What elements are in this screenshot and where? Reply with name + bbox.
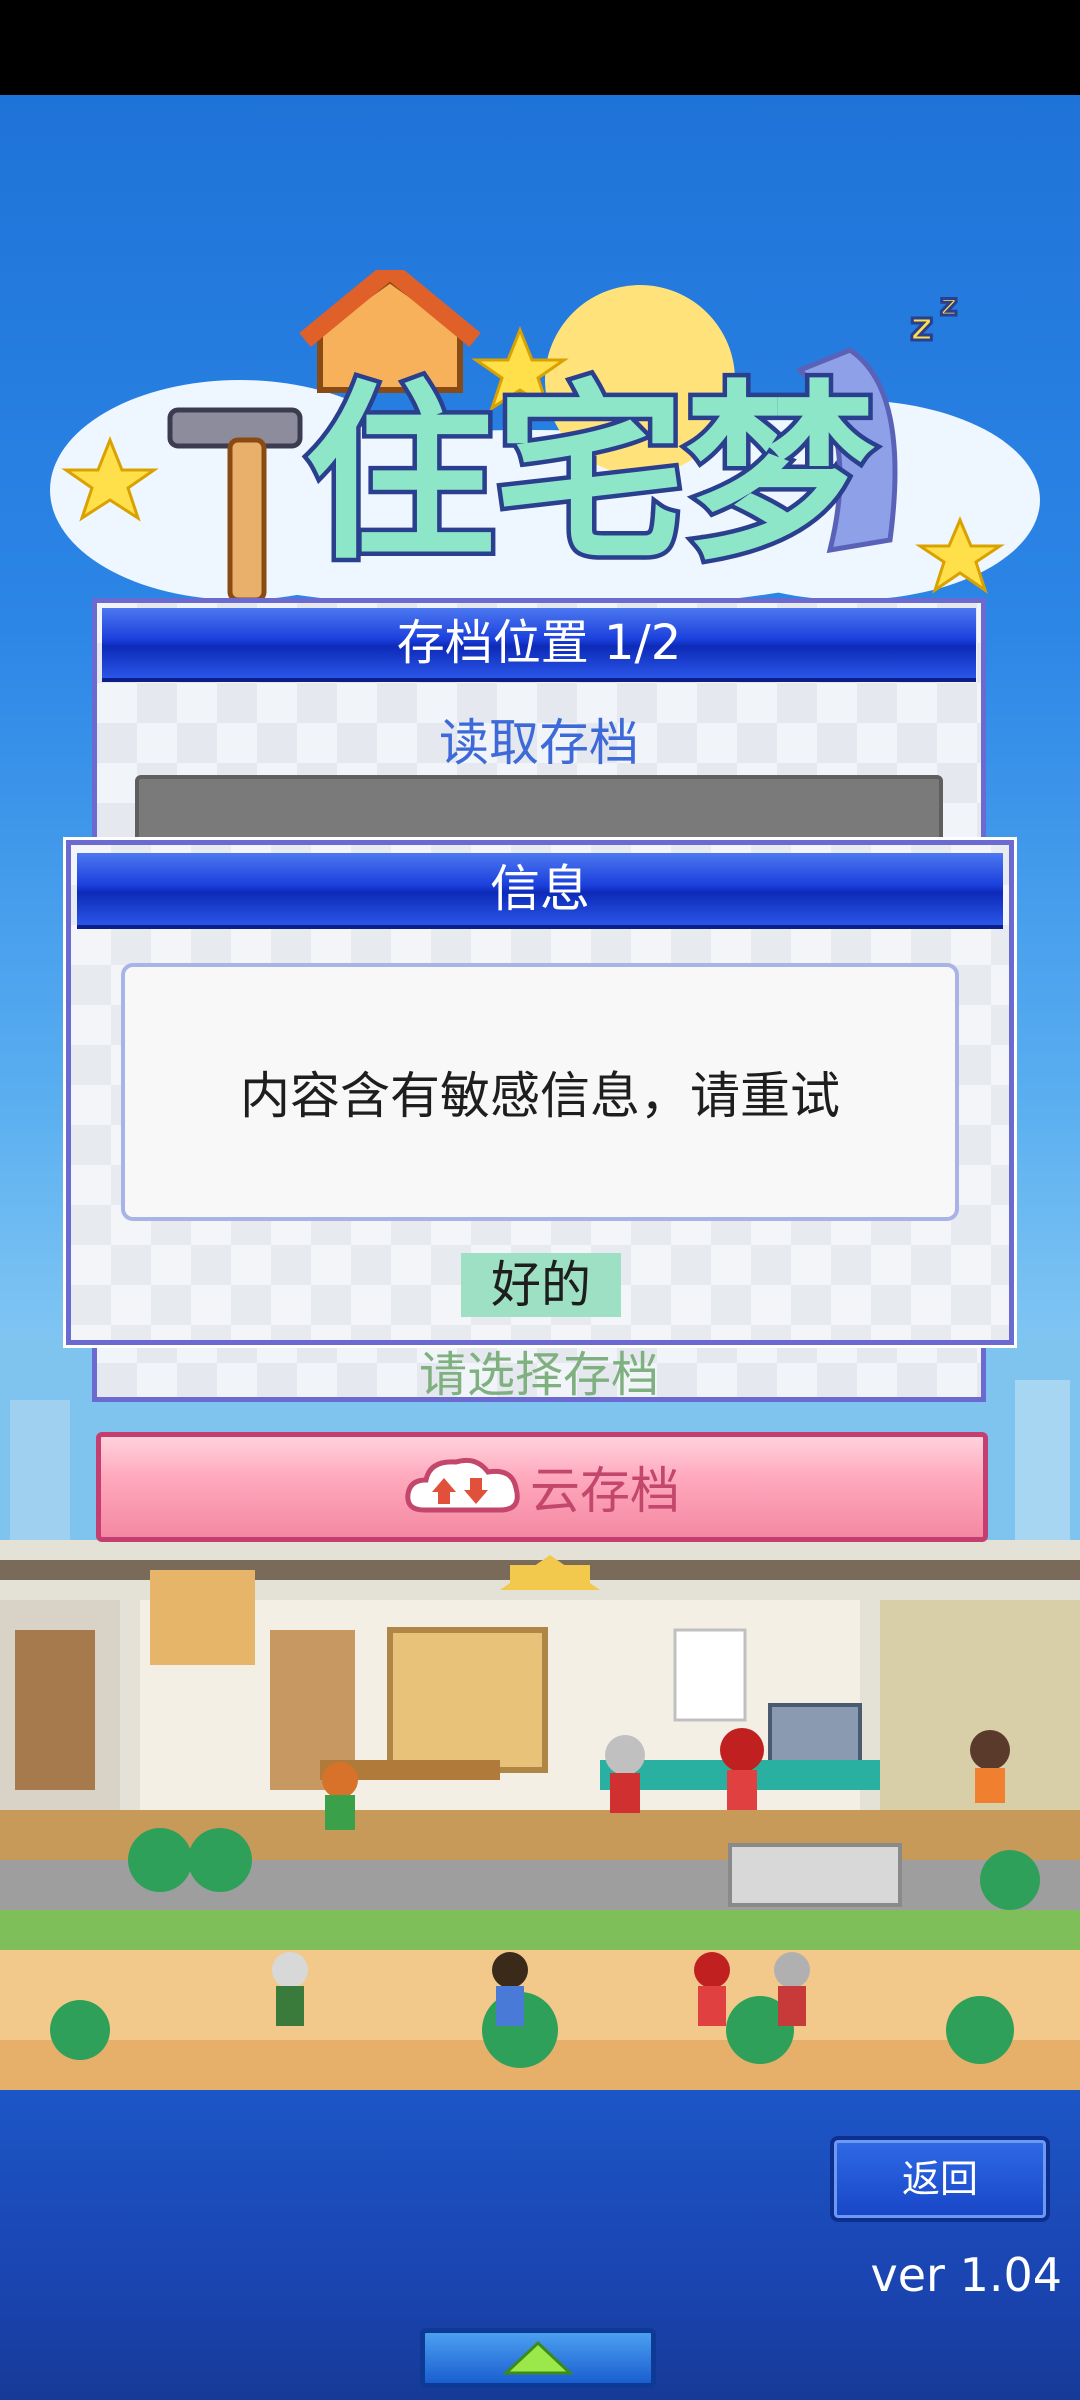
- game-logo: 住宅梦 z z: [50, 270, 1040, 610]
- message-box: 内容含有敏感信息，请重试: [121, 963, 959, 1221]
- cloud-save-label: 云存档: [530, 1462, 680, 1520]
- up-arrow-icon: [503, 2340, 573, 2375]
- status-bar: [0, 0, 1080, 95]
- cloud-arrows-icon: [405, 1457, 520, 1513]
- load-save-label[interactable]: 读取存档: [97, 703, 981, 775]
- dialog-title: 信息: [77, 853, 1003, 929]
- save-panel-title: 存档位置 1/2: [102, 608, 976, 682]
- scroll-up-button[interactable]: [420, 2328, 656, 2388]
- game-screen: 住宅梦 z z 存档位置 1/2 读取存档 请选择存档 云存档 信息 内容含有敏…: [0, 0, 1080, 2400]
- back-button[interactable]: 返回: [830, 2136, 1050, 2222]
- svg-text:z: z: [910, 304, 933, 350]
- select-save-hint: 请选择存档: [418, 1347, 659, 1403]
- dialog-message: 内容含有敏感信息，请重试: [240, 1067, 840, 1125]
- svg-text:z: z: [940, 288, 957, 323]
- version-label: ver 1.04: [870, 2248, 1062, 2302]
- info-dialog: 信息 内容含有敏感信息，请重试 好的: [66, 840, 1014, 1345]
- logo-text: 住宅梦: [305, 364, 875, 585]
- cloud-save-button[interactable]: 云存档: [96, 1432, 988, 1542]
- ok-button[interactable]: 好的: [461, 1253, 621, 1317]
